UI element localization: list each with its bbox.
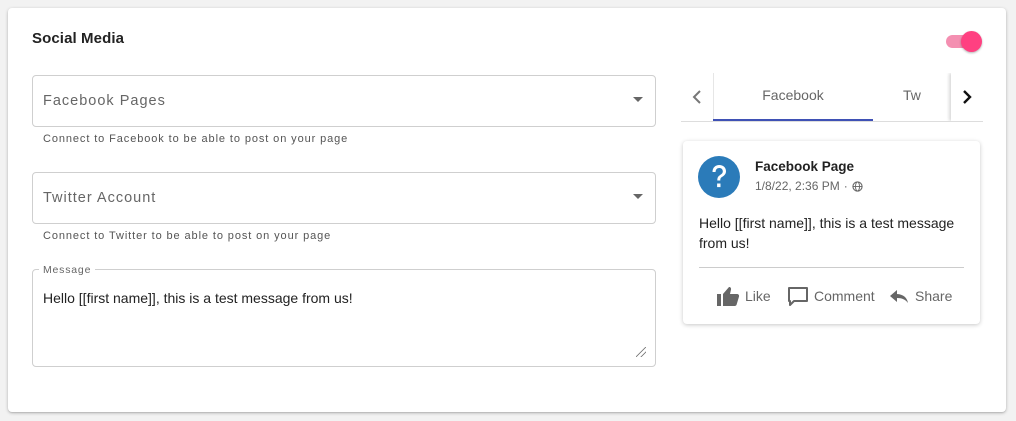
like-button[interactable]: Like bbox=[716, 285, 771, 307]
facebook-pages-select[interactable]: Facebook Pages bbox=[32, 75, 656, 127]
chevron-right-icon bbox=[963, 90, 972, 104]
twitter-account-hint: Connect to Twitter to be able to post on… bbox=[43, 230, 332, 242]
dropdown-arrow-icon bbox=[633, 194, 643, 199]
thumb-up-icon bbox=[717, 287, 740, 306]
toggle-thumb bbox=[961, 31, 982, 52]
tab-scroll-prev-button[interactable] bbox=[681, 73, 713, 121]
share-button[interactable]: Share bbox=[888, 285, 952, 307]
social-media-toggle[interactable] bbox=[946, 31, 982, 52]
facebook-pages-hint: Connect to Facebook to be able to post o… bbox=[43, 133, 349, 145]
help-circle-icon bbox=[698, 156, 740, 198]
share-label: Share bbox=[915, 288, 953, 304]
preview-post-text: Hello [[first name]], this is a test mes… bbox=[699, 215, 955, 251]
chevron-left-icon bbox=[692, 90, 701, 104]
comment-icon bbox=[788, 287, 808, 306]
comment-button[interactable]: Comment bbox=[787, 285, 875, 307]
social-media-card: Social Media Facebook Pages Connect to F… bbox=[8, 8, 1006, 412]
tab-scroll-next-button[interactable] bbox=[951, 73, 983, 121]
preview-tabs: Facebook Tw bbox=[681, 73, 983, 122]
preview-timestamp: 1/8/22, 2:36 PM bbox=[755, 179, 840, 193]
meta-separator: · bbox=[843, 179, 848, 193]
message-textarea[interactable] bbox=[32, 269, 656, 367]
message-label: Message bbox=[39, 264, 96, 276]
message-value[interactable]: Hello [[first name]], this is a test mes… bbox=[43, 290, 643, 306]
share-icon bbox=[890, 290, 908, 303]
resize-handle[interactable] bbox=[636, 347, 646, 357]
section-title: Social Media bbox=[32, 30, 125, 47]
twitter-account-select[interactable]: Twitter Account bbox=[32, 172, 656, 224]
preview-page-name: Facebook Page bbox=[755, 159, 855, 174]
like-label: Like bbox=[745, 288, 771, 304]
preview-meta: 1/8/22, 2:36 PM · bbox=[755, 179, 863, 193]
facebook-post-preview: Facebook Page 1/8/22, 2:36 PM · Hello [[… bbox=[683, 141, 980, 324]
dropdown-arrow-icon bbox=[633, 97, 643, 102]
comment-label: Comment bbox=[814, 288, 875, 304]
tab-facebook[interactable]: Facebook bbox=[713, 73, 873, 121]
globe-icon bbox=[852, 180, 863, 192]
twitter-account-label: Twitter Account bbox=[43, 190, 157, 206]
preview-actions: Like Comment Share bbox=[699, 285, 969, 309]
facebook-pages-label: Facebook Pages bbox=[43, 93, 166, 109]
preview-divider bbox=[699, 267, 964, 268]
